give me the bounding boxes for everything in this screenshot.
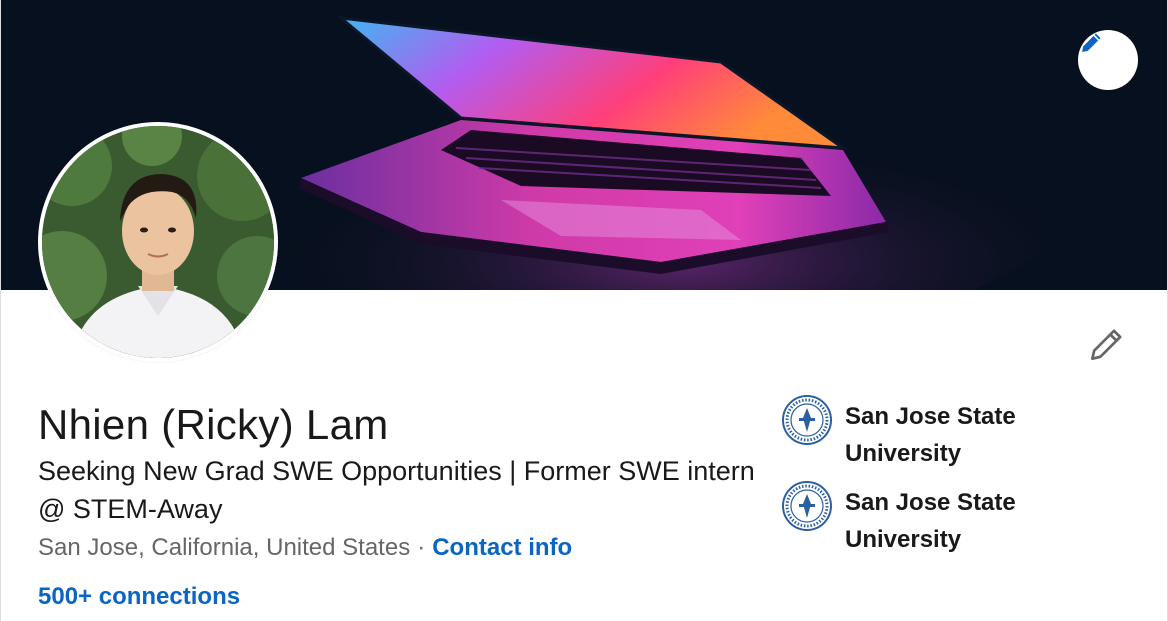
edit-intro-button[interactable] (1081, 320, 1131, 370)
edit-banner-button[interactable] (1078, 30, 1138, 90)
location-line: San Jose, California, United States · Cont… (38, 534, 572, 562)
education-item[interactable]: San Jose State University (781, 395, 1141, 472)
pencil-icon (1082, 33, 1101, 52)
sjsu-seal-icon (782, 395, 832, 445)
location-separator: · (417, 534, 426, 561)
education-item[interactable]: San Jose State University (781, 481, 1141, 558)
profile-card: Nhien (Ricky) Lam Seeking New Grad SWE O… (0, 0, 1168, 621)
profile-location: San Jose, California, United States (38, 534, 411, 561)
profile-headline: Seeking New Grad SWE Opportunities | For… (38, 456, 755, 524)
profile-avatar[interactable] (38, 122, 278, 362)
connections-link[interactable]: 500+ connections (38, 583, 240, 611)
pencil-outline-icon (1091, 329, 1122, 360)
profile-name: Nhien (Ricky) Lam (38, 401, 389, 448)
profile-photo (42, 126, 274, 358)
education-school-name: San Jose State University (845, 403, 1016, 467)
education-school-name: San Jose State University (845, 489, 1016, 553)
sjsu-seal-icon (782, 481, 832, 531)
contact-info-link[interactable]: Contact info (432, 534, 572, 561)
